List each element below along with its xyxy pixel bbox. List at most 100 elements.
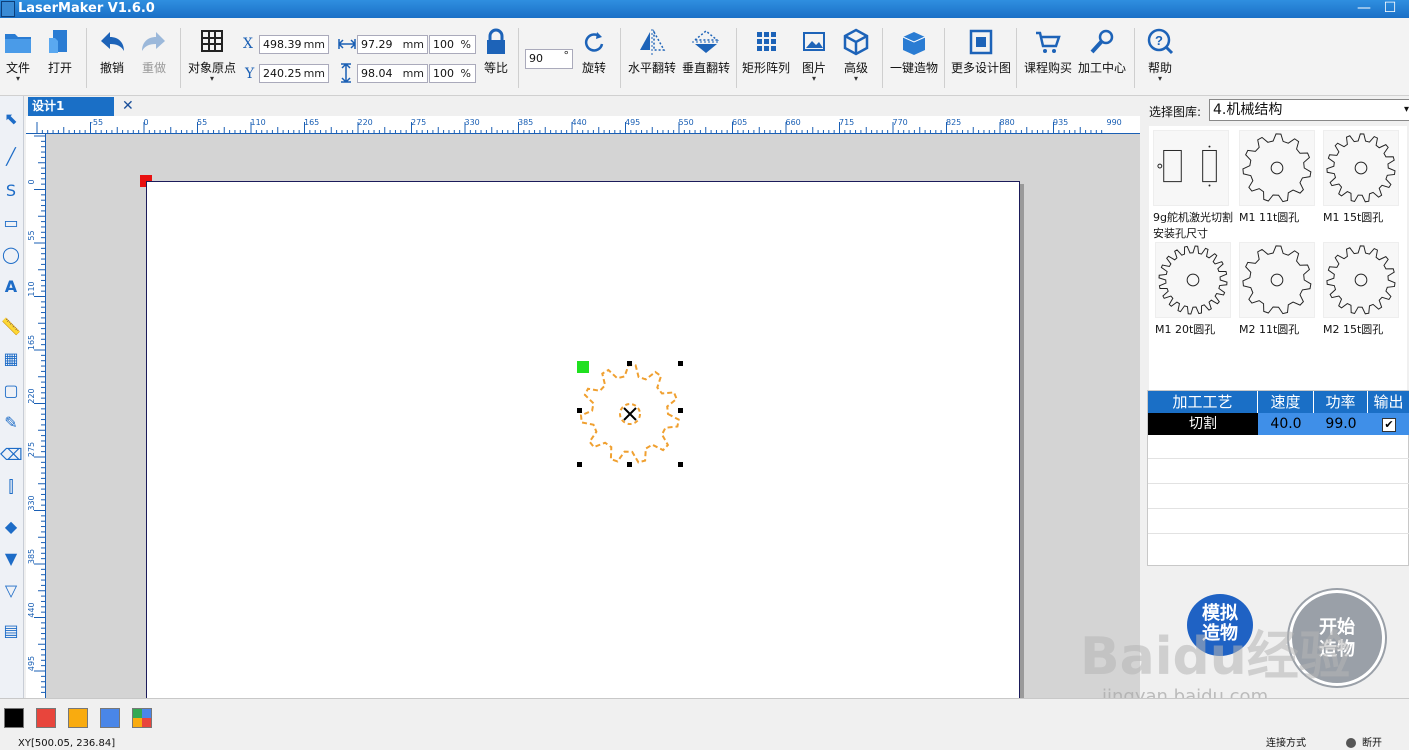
rect-array-button[interactable]: 矩形阵列 xyxy=(740,24,792,92)
minimize-button[interactable]: — xyxy=(1355,0,1373,18)
ruler-tick-label: 330 xyxy=(465,118,480,127)
curve-tool-icon[interactable]: S xyxy=(0,178,22,204)
library-item-label: M1 15t圆孔 xyxy=(1323,211,1384,224)
servo-outline-icon xyxy=(1153,130,1229,206)
color-swatch-blue[interactable] xyxy=(100,708,120,728)
chevron-down-icon: ▾ xyxy=(15,74,20,83)
gear-hole xyxy=(1270,161,1284,175)
flip-vertical-button[interactable]: 垂直翻转 xyxy=(680,24,732,92)
toolbox-tool-icon[interactable]: ▤ xyxy=(0,618,22,644)
library-dropdown[interactable]: 4.机械结构 ▾ xyxy=(1209,99,1409,121)
status-bar: XY[500.05, 236.84] 连接方式 断开 xyxy=(0,736,1409,750)
line-tool-icon[interactable]: ╱ xyxy=(0,144,22,170)
simulate-button[interactable]: 模拟造物 xyxy=(1187,594,1253,656)
gear-shape xyxy=(1326,245,1396,315)
library-item-label: M2 15t圆孔 xyxy=(1323,323,1384,336)
library-item[interactable]: M1 20t圆孔 xyxy=(1155,242,1235,352)
vertical-ruler-scale: 0 55 110 165 220 275 330 385 440 495 xyxy=(27,135,46,693)
start-button[interactable]: 开始造物 xyxy=(1289,590,1385,686)
rotate-icon xyxy=(584,32,604,52)
more-designs-button[interactable]: 更多设计图 xyxy=(950,24,1012,92)
library-item-label: M2 11t圆孔 xyxy=(1239,323,1300,336)
height-percent-value: 100 xyxy=(433,67,454,80)
svg-text:?: ? xyxy=(1155,33,1163,48)
ruler-tick-label: 990 xyxy=(1107,118,1122,127)
process-cell[interactable]: 切割 xyxy=(1148,413,1258,435)
degree-unit: ° xyxy=(563,49,570,62)
process-center-button[interactable]: 加工中心 xyxy=(1076,24,1128,92)
text-tool-icon[interactable]: A xyxy=(0,274,22,300)
width-field[interactable]: 97.29 mm xyxy=(357,35,428,54)
library-item[interactable]: M1 11t圆孔 xyxy=(1239,130,1319,240)
output-checkbox[interactable]: ✔ xyxy=(1382,418,1396,432)
one-click-make-button[interactable]: 一键造物 xyxy=(888,24,940,92)
redo-button[interactable]: 重做 xyxy=(138,24,170,92)
toolbar-divider xyxy=(944,28,945,88)
undo-button[interactable]: 撤销 xyxy=(96,24,128,92)
color-swatch-orange[interactable] xyxy=(68,708,88,728)
ruler-tick-label: 110 xyxy=(251,118,266,127)
align-tool-icon[interactable]: ⫿ xyxy=(0,474,22,500)
tab-close-button[interactable]: ✕ xyxy=(122,96,136,116)
file-button[interactable]: 文件 ▾ xyxy=(2,24,34,92)
ruler-tick-label: 330 xyxy=(27,495,36,510)
tab-design1[interactable]: 设计1 xyxy=(28,97,114,116)
color-swatch-red[interactable] xyxy=(36,708,56,728)
rotate-button[interactable]: 旋转 xyxy=(578,24,610,92)
trim-tool-icon[interactable]: ▽ xyxy=(0,578,22,604)
edit-node-icon[interactable]: ✎ xyxy=(0,410,22,436)
y-label: Y xyxy=(245,66,255,82)
cursor-coordinates: XY[500.05, 236.84] xyxy=(18,738,116,749)
select-arrow-icon[interactable]: ⬉ xyxy=(0,106,22,132)
image-button[interactable]: 图片 ▾ xyxy=(798,24,830,92)
frame-tool-icon[interactable]: ▢ xyxy=(0,378,22,404)
color-swatch-more[interactable] xyxy=(132,708,152,728)
eraser-tool-icon[interactable]: ⌫ xyxy=(0,442,23,468)
height-field[interactable]: 98.04 mm xyxy=(357,64,428,83)
flip-horizontal-label: 水平翻转 xyxy=(627,61,676,75)
library-item[interactable]: M2 11t圆孔 xyxy=(1239,242,1319,352)
rotate-handle[interactable] xyxy=(577,361,589,373)
width-percent-field[interactable]: 100% xyxy=(429,35,476,54)
ruler-tool-icon[interactable]: 📏 xyxy=(0,314,22,340)
weld-tool-icon[interactable]: ▼ xyxy=(0,546,22,572)
library-item[interactable]: 9g舵机激光切割安装孔尺寸 xyxy=(1153,130,1233,240)
connect-mode-label[interactable]: 连接方式 xyxy=(1266,738,1306,750)
height-percent-field[interactable]: 100% xyxy=(429,64,476,83)
rotate-label: 旋转 xyxy=(581,61,606,75)
course-buy-button[interactable]: 课程购买 xyxy=(1022,24,1074,92)
gear-hole xyxy=(1354,273,1368,287)
ruler-tick-label: 715 xyxy=(839,118,854,127)
ellipse-tool-icon[interactable]: ◯ xyxy=(0,242,22,268)
advanced-button[interactable]: 高级 ▾ xyxy=(840,24,872,92)
library-item[interactable]: M1 15t圆孔 xyxy=(1323,130,1403,240)
help-button[interactable]: ? 帮助 ▾ xyxy=(1142,24,1178,92)
maximize-button[interactable]: ☐ xyxy=(1381,0,1399,18)
height-value: 98.04 xyxy=(361,67,393,80)
connection-status-dot xyxy=(1346,738,1356,748)
output-cell[interactable]: ✔ xyxy=(1368,413,1409,435)
rectangle-tool-icon[interactable]: ▭ xyxy=(0,210,22,236)
canvas-workarea[interactable] xyxy=(46,134,1140,698)
rotate-angle-field[interactable]: 90 ° xyxy=(525,49,573,69)
ruler-tick-label: 165 xyxy=(27,335,36,350)
gear-shape xyxy=(1242,245,1312,315)
ruler-tick-label: 495 xyxy=(625,118,640,127)
connection-status-text: 断开 xyxy=(1362,738,1382,749)
lock-ratio-button[interactable]: 等比 xyxy=(480,24,512,92)
color-swatch-black[interactable] xyxy=(4,708,24,728)
speed-cell[interactable]: 40.0 xyxy=(1258,413,1314,435)
table-tool-icon[interactable]: ▦ xyxy=(0,346,22,372)
object-origin-button[interactable]: 对象原点 ▾ xyxy=(186,24,238,92)
cart-icon xyxy=(1036,31,1061,53)
open-file-icon xyxy=(49,30,67,53)
power-cell[interactable]: 99.0 xyxy=(1314,413,1368,435)
y-position-field[interactable]: 240.25 mm xyxy=(259,64,329,83)
gear-hole xyxy=(1354,161,1368,175)
fill-tool-icon[interactable]: ◆ xyxy=(0,514,22,540)
flip-horizontal-button[interactable]: 水平翻转 xyxy=(626,24,678,92)
open-button[interactable]: 打开 xyxy=(44,24,76,92)
library-item[interactable]: M2 15t圆孔 xyxy=(1323,242,1403,352)
selected-gear-object[interactable] xyxy=(574,358,686,470)
x-position-field[interactable]: 498.39 mm xyxy=(259,35,329,54)
